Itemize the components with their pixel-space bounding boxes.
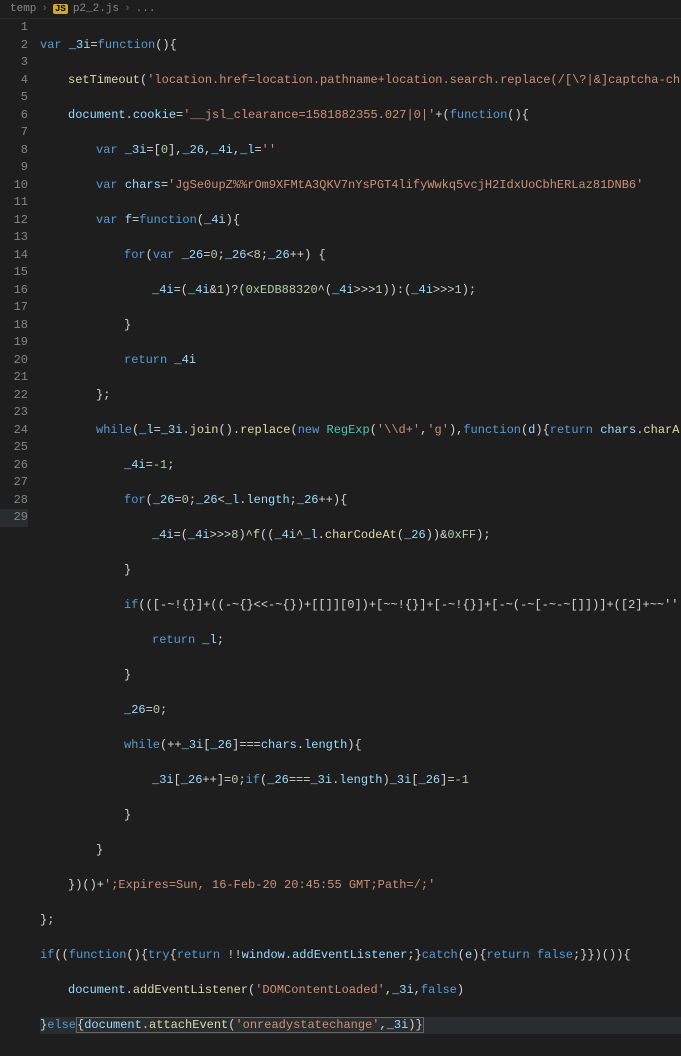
code-line[interactable]: document.cookie='__jsl_clearance=1581882… <box>40 107 681 125</box>
line-number: 17 <box>0 299 28 317</box>
code-line[interactable]: })()+';Expires=Sun, 16-Feb-20 20:45:55 G… <box>40 877 681 895</box>
code-line[interactable]: } <box>40 562 681 580</box>
code-line[interactable]: if((function(){try{return !!window.addEv… <box>40 947 681 965</box>
breadcrumb-file[interactable]: p2_2.js <box>73 3 119 15</box>
breadcrumb-tail[interactable]: ... <box>136 3 156 15</box>
line-number: 13 <box>0 229 28 247</box>
code-line[interactable]: var _3i=[0],_26,_4i,_l='' <box>40 142 681 160</box>
code-line[interactable]: var chars='JgSe0upZ%%rOm9XFMtA3QKV7nYsPG… <box>40 177 681 195</box>
line-number: 16 <box>0 282 28 300</box>
line-number: 9 <box>0 159 28 177</box>
line-number: 24 <box>0 422 28 440</box>
line-number: 11 <box>0 194 28 212</box>
code-line[interactable]: document.addEventListener('DOMContentLoa… <box>40 982 681 1000</box>
code-line[interactable]: if(([-~!{}]+((-~{}<<-~{})+[[]][0])+[~~!{… <box>40 597 681 615</box>
line-number: 26 <box>0 457 28 475</box>
line-number: 27 <box>0 474 28 492</box>
line-number: 19 <box>0 334 28 352</box>
line-number: 23 <box>0 404 28 422</box>
line-number: 4 <box>0 72 28 90</box>
code-line[interactable]: return _l; <box>40 632 681 650</box>
line-number: 25 <box>0 439 28 457</box>
code-line[interactable]: } <box>40 807 681 825</box>
code-line[interactable]: } <box>40 317 681 335</box>
code-line[interactable]: while(_l=_3i.join().replace(new RegExp('… <box>40 422 681 440</box>
line-number-gutter: 1 2 3 4 5 6 7 8 9 10 11 12 13 14 15 16 1… <box>0 19 40 1056</box>
line-number: 6 <box>0 107 28 125</box>
js-icon: JS <box>53 4 68 14</box>
line-number: 2 <box>0 37 28 55</box>
line-number: 29 <box>0 509 28 527</box>
line-number: 5 <box>0 89 28 107</box>
line-number: 21 <box>0 369 28 387</box>
code-line[interactable]: _4i=(_4i>>>8)^f((_4i^_l.charCodeAt(_26))… <box>40 527 681 545</box>
code-line[interactable]: for(var _26=0;_26<8;_26++) { <box>40 247 681 265</box>
line-number: 3 <box>0 54 28 72</box>
code-line[interactable]: var _3i=function(){ <box>40 37 681 55</box>
code-line[interactable]: return _4i <box>40 352 681 370</box>
code-content[interactable]: var _3i=function(){ setTimeout('location… <box>40 19 681 1056</box>
code-line[interactable]: var f=function(_4i){ <box>40 212 681 230</box>
line-number: 15 <box>0 264 28 282</box>
line-number: 7 <box>0 124 28 142</box>
line-number: 22 <box>0 387 28 405</box>
code-line[interactable]: }; <box>40 387 681 405</box>
code-line[interactable]: for(_26=0;_26<_l.length;_26++){ <box>40 492 681 510</box>
code-line[interactable]: setTimeout('location.href=location.pathn… <box>40 72 681 90</box>
code-line[interactable]: }else{document.attachEvent('onreadystate… <box>40 1017 681 1035</box>
line-number: 20 <box>0 352 28 370</box>
code-line[interactable]: _26=0; <box>40 702 681 720</box>
code-line[interactable]: }; <box>40 912 681 930</box>
line-number: 12 <box>0 212 28 230</box>
code-line[interactable]: while(++_3i[_26]===chars.length){ <box>40 737 681 755</box>
breadcrumb: temp › JS p2_2.js › ... <box>0 0 681 19</box>
code-line[interactable]: _3i[_26++]=0;if(_26===_3i.length)_3i[_26… <box>40 772 681 790</box>
line-number: 28 <box>0 492 28 510</box>
chevron-right-icon: › <box>124 3 131 15</box>
breadcrumb-folder[interactable]: temp <box>10 3 36 15</box>
chevron-right-icon: › <box>41 3 48 15</box>
code-line[interactable]: _4i=-1; <box>40 457 681 475</box>
code-line[interactable]: } <box>40 842 681 860</box>
line-number: 10 <box>0 177 28 195</box>
line-number: 8 <box>0 142 28 160</box>
line-number: 18 <box>0 317 28 335</box>
code-editor[interactable]: 1 2 3 4 5 6 7 8 9 10 11 12 13 14 15 16 1… <box>0 19 681 1056</box>
line-number: 14 <box>0 247 28 265</box>
code-line[interactable]: } <box>40 667 681 685</box>
line-number: 1 <box>0 19 28 37</box>
code-line[interactable]: _4i=(_4i&1)?(0xEDB88320^(_4i>>>1)):(_4i>… <box>40 282 681 300</box>
